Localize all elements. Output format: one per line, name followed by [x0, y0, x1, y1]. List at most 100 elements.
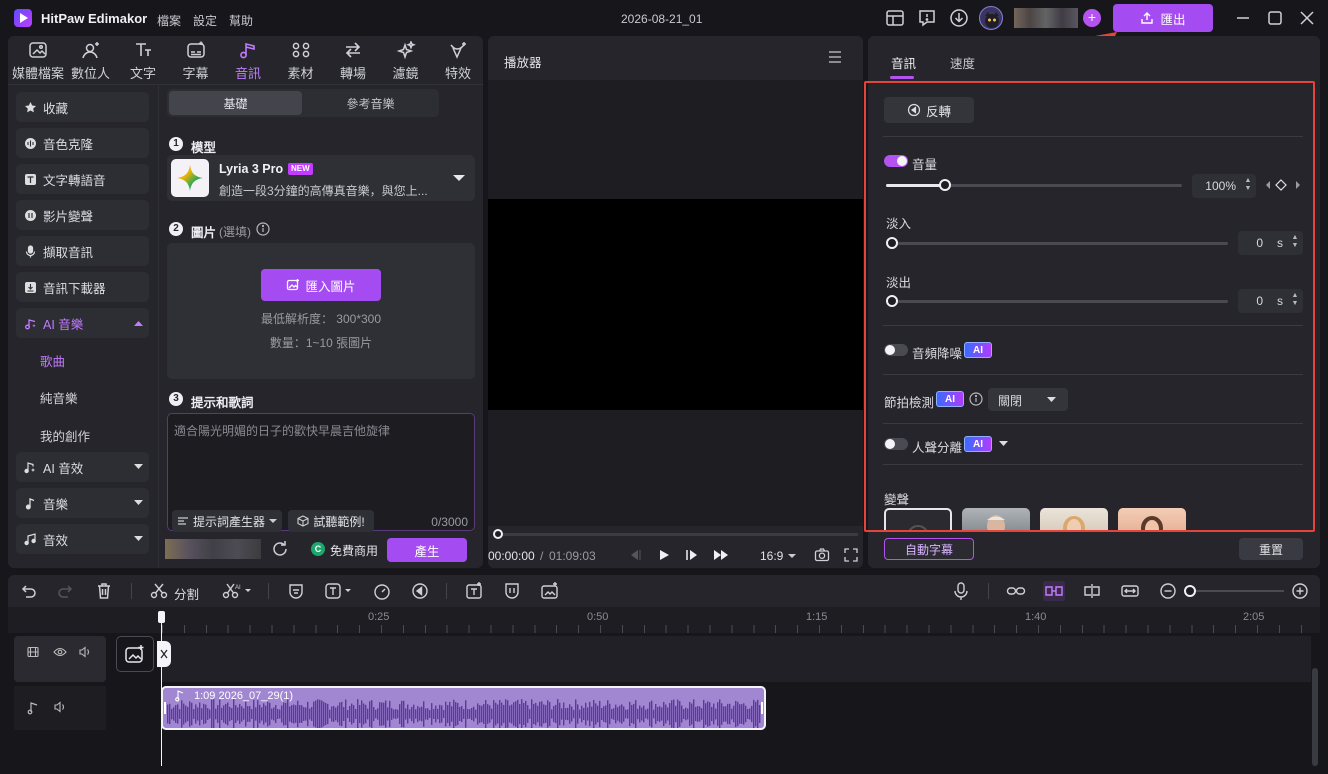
play-icon[interactable]	[657, 548, 671, 562]
menu-settings[interactable]: 設定	[193, 12, 217, 29]
stepper-icon[interactable]: ▲ ▼	[1291, 234, 1299, 250]
speaker-icon[interactable]	[78, 646, 92, 658]
eye-icon[interactable]	[53, 646, 67, 658]
sidebar-item-text-to-speech[interactable]: 文字轉語音	[16, 164, 149, 194]
volume-slider-handle[interactable]	[939, 179, 951, 191]
fit-timeline-icon[interactable]	[1120, 581, 1140, 601]
minimize-icon[interactable]	[1232, 7, 1254, 29]
refresh-icon[interactable]	[270, 539, 290, 559]
tab-reference-music[interactable]: 參考音樂	[304, 91, 437, 115]
image-upload-area[interactable]: 匯入圖片 最低解析度： 300*300 數量：1~10 張圖片	[167, 243, 475, 379]
sidebar-item-note[interactable]: 音樂	[16, 488, 149, 518]
zoom-slider-track[interactable]	[1190, 590, 1284, 592]
generate-button[interactable]: 產生	[387, 538, 467, 562]
speed-icon[interactable]	[372, 581, 392, 601]
next-frame-icon[interactable]	[685, 548, 699, 562]
vocal-separation-toggle[interactable]	[884, 438, 908, 450]
reverse-button[interactable]: 反轉	[884, 97, 974, 123]
playhead-scissor-icon[interactable]	[157, 641, 171, 667]
tab-text[interactable]: 文字	[117, 40, 169, 81]
delete-icon[interactable]	[94, 581, 114, 601]
menu-file[interactable]: 檔案	[157, 12, 181, 29]
sidebar-subitem[interactable]: 純音樂	[40, 388, 78, 407]
tab-basic[interactable]: 基礎	[169, 91, 302, 115]
sidebar-item-star[interactable]: 收藏	[16, 92, 149, 122]
close-icon[interactable]	[1296, 7, 1318, 29]
layout-icon[interactable]	[884, 7, 906, 29]
stepper-icon[interactable]: ▲ ▼	[1244, 177, 1252, 193]
prev-frame-icon[interactable]	[628, 548, 642, 562]
sidebar-item-microphone[interactable]: 擷取音訊	[16, 236, 149, 266]
info-icon[interactable]	[256, 222, 270, 236]
redo-icon[interactable]	[56, 581, 76, 601]
tab-transition[interactable]: 轉場	[327, 40, 379, 81]
playhead-cap[interactable]	[158, 611, 165, 623]
sidebar-subitem[interactable]: 歌曲	[40, 351, 65, 370]
clip-trim-handle-left[interactable]	[164, 702, 166, 714]
split-icon[interactable]	[149, 581, 169, 601]
menu-help[interactable]: 幫助	[229, 12, 253, 29]
fade-out-slider-track[interactable]	[886, 300, 1228, 303]
undo-icon[interactable]	[18, 581, 38, 601]
add-account-icon[interactable]: +	[1083, 9, 1101, 27]
voice-preset-woman[interactable]	[1040, 508, 1108, 530]
magnet-snap-icon[interactable]	[1043, 581, 1065, 601]
fullscreen-icon[interactable]	[843, 547, 859, 563]
progress-track[interactable]	[498, 533, 858, 536]
tab-subtitle[interactable]: 字幕	[170, 40, 222, 81]
speaker-icon[interactable]	[53, 701, 67, 713]
download-update-icon[interactable]	[948, 7, 970, 29]
sidebar-item-voice-clone[interactable]: 音色克隆	[16, 128, 149, 158]
clip-trim-handle-right[interactable]	[761, 702, 763, 714]
export-button[interactable]: 匯出	[1113, 4, 1213, 32]
tab-effects[interactable]: 特效	[432, 40, 484, 81]
sample-button[interactable]: 試聽範例!	[288, 510, 374, 532]
sticker-shield-icon[interactable]	[502, 581, 522, 601]
info-icon[interactable]	[969, 392, 983, 406]
progress-handle[interactable]	[493, 529, 503, 539]
snapshot-icon[interactable]	[814, 547, 830, 563]
zoom-slider-handle[interactable]	[1184, 585, 1196, 597]
fade-in-slider-handle[interactable]	[886, 237, 898, 249]
beat-detect-select[interactable]: 關閉	[988, 388, 1068, 411]
reverse-play-icon[interactable]	[410, 581, 430, 601]
caret-down-icon[interactable]	[999, 441, 1008, 447]
voice-preset-girl[interactable]	[1118, 508, 1186, 530]
voice-preset-none[interactable]	[884, 508, 952, 530]
link-icon[interactable]	[1006, 581, 1026, 601]
model-selector[interactable]: Lyria 3 Pro NEW 創造一段3分鐘的高傳真音樂，與您上...	[167, 155, 475, 201]
split-audio-icon[interactable]	[1082, 581, 1102, 601]
split-label[interactable]: 分割	[174, 584, 199, 603]
prompt-generator-button[interactable]: 提示詞產生器	[172, 510, 282, 532]
auto-subtitle-button[interactable]: 自動字幕	[884, 538, 974, 560]
timeline-scrollbar[interactable]	[1312, 668, 1318, 766]
voice-preset-man[interactable]	[962, 508, 1030, 530]
fade-in-slider-track[interactable]	[886, 242, 1228, 245]
reset-button[interactable]: 重置	[1239, 538, 1303, 560]
player-menu-icon[interactable]	[827, 50, 843, 64]
sidebar-item-sfx[interactable]: 音效	[16, 524, 149, 554]
stepper-icon[interactable]: ▲ ▼	[1291, 292, 1299, 308]
import-image-button[interactable]: 匯入圖片	[261, 269, 381, 301]
fade-out-slider-handle[interactable]	[886, 295, 898, 307]
fade-out-input[interactable]: 0 s ▲ ▼	[1238, 289, 1303, 313]
zoom-out-icon[interactable]	[1158, 581, 1178, 601]
add-media-track-icon[interactable]	[116, 636, 154, 672]
volume-toggle[interactable]	[884, 155, 908, 167]
text-tool-icon[interactable]	[324, 581, 356, 601]
sidebar-item-ai-music[interactable]: AI 音樂	[16, 308, 149, 338]
sidebar-item-voice-changer[interactable]: 影片變聲	[16, 200, 149, 230]
aspect-ratio[interactable]: 16:9	[760, 549, 797, 563]
tab-music[interactable]: 音訊	[222, 40, 274, 81]
add-media-icon[interactable]	[540, 581, 560, 601]
prompt-textarea[interactable]: 適合陽光明媚的日子的歡快早晨吉他旋律 提示詞產生器 試聽範例! 0/3000	[167, 413, 475, 532]
audio-clip[interactable]: 1:09 2026_07_29(1)	[161, 686, 766, 730]
zoom-in-icon[interactable]	[1290, 581, 1310, 601]
prop-tab-speed[interactable]: 速度	[950, 53, 975, 72]
user-avatar[interactable]	[979, 6, 1003, 30]
volume-input[interactable]: 100% ▲ ▼	[1192, 174, 1256, 198]
denoise-toggle[interactable]	[884, 344, 908, 356]
feedback-icon[interactable]	[916, 7, 938, 29]
fade-in-input[interactable]: 0 s ▲ ▼	[1238, 231, 1303, 255]
keyframe-controls-icon[interactable]	[1266, 179, 1304, 191]
